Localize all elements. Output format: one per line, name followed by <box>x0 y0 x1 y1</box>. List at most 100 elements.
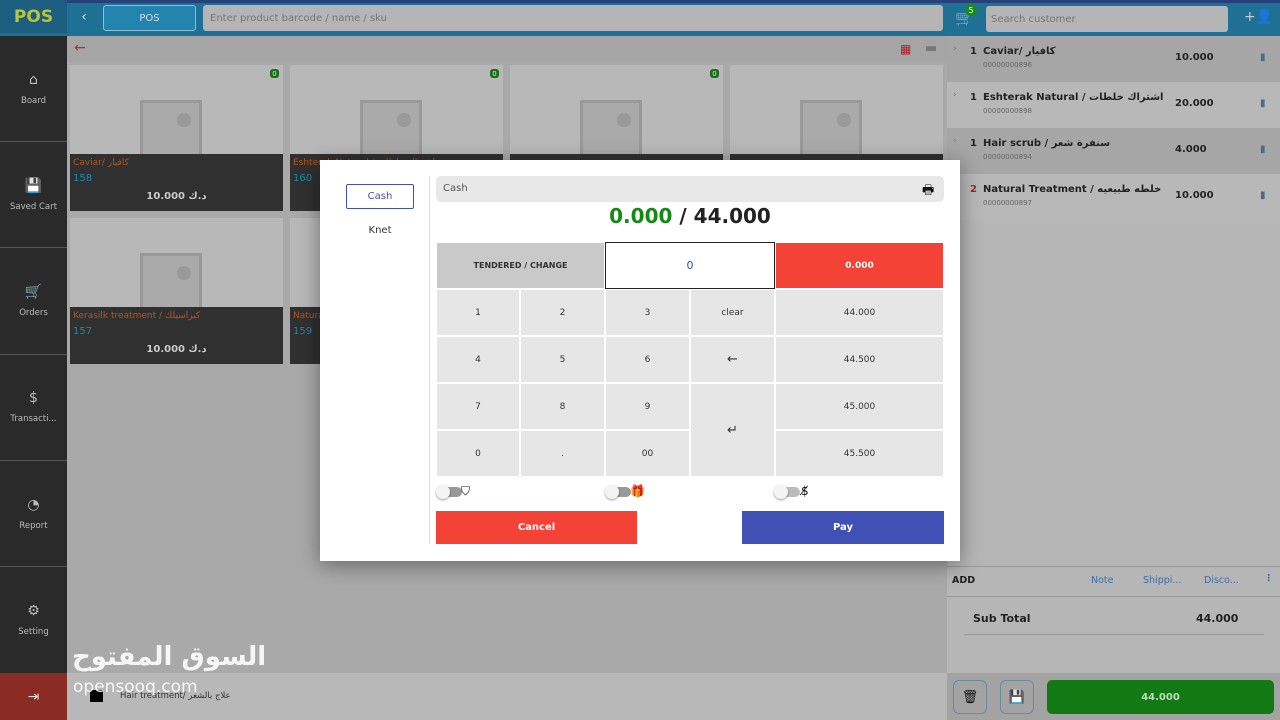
gift-card-icon: 🎁 <box>630 484 645 498</box>
keypad-key-8[interactable]: 7 <box>436 383 520 430</box>
expand-chevron-icon[interactable]: › <box>953 90 957 100</box>
product-code: 157 <box>73 326 93 337</box>
cart-count-badge: 5 <box>965 4 977 16</box>
delete-item-icon[interactable]: ▮ <box>1260 52 1266 63</box>
grid-view-icon[interactable]: ▦ <box>900 42 911 56</box>
item-price: 4.000 <box>1175 144 1207 155</box>
checkout-total-button[interactable]: 44.000 <box>1047 680 1274 714</box>
toggle-no-currency[interactable] <box>774 485 800 499</box>
toggle-gift-card[interactable] <box>605 485 631 499</box>
quick-amount-button[interactable]: 45.500 <box>775 430 944 477</box>
tendered-input[interactable]: 0 <box>605 242 775 289</box>
subtotal-value: 44.000 <box>1196 612 1239 625</box>
product-name: Kerasilk treatment / كيراسيلك <box>73 311 201 321</box>
delete-item-icon[interactable]: ▮ <box>1260 144 1266 155</box>
product-info: Kerasilk treatment / كيراسيلك 157 10.000 د… <box>70 307 283 364</box>
sidebar-item-report[interactable]: ◔ Report <box>0 461 67 568</box>
chevron-left-icon[interactable]: ‹ <box>70 0 98 33</box>
image-placeholder-icon <box>580 100 642 160</box>
keypad-key-2[interactable]: 3 <box>605 289 690 336</box>
print-icon[interactable]: 🖶 <box>922 181 934 203</box>
cart-item[interactable]: ›2Natural Treatment / خلطه طبيعيه0000000… <box>947 174 1280 220</box>
stock-badge: 0 <box>710 69 719 78</box>
pay-button[interactable]: Pay <box>742 511 944 544</box>
divider <box>429 176 430 544</box>
shield-check-icon: ⛉ <box>461 484 471 498</box>
keypad-key-13[interactable]: . <box>520 430 605 477</box>
image-placeholder-icon <box>140 100 202 160</box>
delete-item-icon[interactable]: ▮ <box>1260 190 1266 201</box>
product-price: 10.000 د.ك <box>146 191 207 202</box>
keypad-key-10[interactable]: 9 <box>605 383 690 430</box>
sidebar-item-transacti-[interactable]: $ Transacti... <box>0 355 67 461</box>
add-label: ADD <box>952 575 976 586</box>
discount-button[interactable]: Disco... <box>1204 575 1239 586</box>
back-arrow-icon[interactable]: ← <box>74 40 86 56</box>
keypad-key-14[interactable]: 00 <box>605 430 690 477</box>
keypad-key-11[interactable]: ↵ <box>690 383 775 477</box>
logout-icon[interactable]: ⇥ <box>0 673 67 720</box>
method-knet[interactable]: Knet <box>346 220 414 240</box>
image-placeholder-icon <box>140 253 202 313</box>
sidebar-item-orders[interactable]: 🛒 Orders <box>0 249 67 355</box>
sidebar-item-setting[interactable]: ⚙ Setting <box>0 568 67 674</box>
keypad-key-7[interactable]: ← <box>690 336 775 383</box>
item-name: Eshterak Natural / اشتراك خلطات <box>983 92 1164 103</box>
change-value: 0.000 <box>775 242 944 289</box>
cart-item[interactable]: › 1 Hair scrub / سنفرة شعر 00000000894 4.000… <box>947 128 1280 174</box>
keypad-key-5[interactable]: 5 <box>520 336 605 383</box>
item-quantity: 1 <box>970 138 977 149</box>
keypad-key-4[interactable]: 4 <box>436 336 520 383</box>
keypad-key-1[interactable]: 2 <box>520 289 605 336</box>
more-icon[interactable]: ⋮ <box>1264 573 1274 584</box>
cart-item[interactable]: › 1 Caviar/ كافيار 00000000896 10.000 ▮ <box>947 36 1280 82</box>
sidebar-item-board[interactable]: ⌂ Board <box>0 36 67 142</box>
customer-search-input[interactable] <box>986 6 1228 32</box>
add-customer-icon[interactable]: +👤 <box>1244 9 1273 25</box>
method-cash[interactable]: Cash <box>346 184 414 209</box>
item-price: 20.000 <box>1175 98 1214 109</box>
quick-amount-button[interactable]: 45.000 <box>775 383 944 430</box>
folder-icon[interactable]: ▬ <box>925 41 937 56</box>
clear-cart-button[interactable]: 🗑 <box>953 680 987 714</box>
trash-icon: 🗑 <box>961 689 979 705</box>
sidebar-item-saved-cart[interactable]: 💾 Saved Cart <box>0 142 67 249</box>
product-search-input[interactable] <box>203 5 943 31</box>
save-cart-button[interactable]: 💾 <box>1000 680 1034 714</box>
logo: POS <box>0 0 67 33</box>
product-card[interactable]: 0 Caviar/ كافيار 158 10.000 د.ك <box>70 65 283 211</box>
cancel-button[interactable]: Cancel <box>436 511 637 544</box>
keypad-key-3[interactable]: clear <box>690 289 775 336</box>
item-name: Hair scrub / سنفرة شعر <box>983 138 1111 149</box>
sidebar-icon: 🛒 <box>24 284 43 301</box>
product-code: 158 <box>73 173 93 184</box>
shipping-button[interactable]: Shippi... <box>1143 575 1181 586</box>
item-quantity: 2 <box>970 184 977 195</box>
image-placeholder-icon <box>360 100 422 160</box>
keypad-key-12[interactable]: 0 <box>436 430 520 477</box>
expand-chevron-icon[interactable]: › <box>953 44 957 54</box>
no-currency-icon: $̸ <box>801 484 809 498</box>
product-code: 160 <box>293 173 313 184</box>
expand-chevron-icon[interactable]: › <box>953 136 957 146</box>
delete-item-icon[interactable]: ▮ <box>1260 98 1266 109</box>
quick-amount-button[interactable]: 44.000 <box>775 289 944 336</box>
item-sku: 00000000894 <box>983 153 1032 161</box>
keypad-key-0[interactable]: 1 <box>436 289 520 336</box>
stock-badge: 0 <box>270 69 279 78</box>
subtotal-label: Sub Total <box>973 612 1031 625</box>
sidebar-item-label: Transacti... <box>10 414 57 425</box>
sidebar-icon: $ <box>29 390 38 407</box>
sub-toolbar <box>67 36 947 62</box>
keypad-key-9[interactable]: 8 <box>520 383 605 430</box>
toggle-shield[interactable] <box>436 485 462 499</box>
product-card[interactable]: Kerasilk treatment / كيراسيلك 157 10.000 د… <box>70 218 283 364</box>
pos-button[interactable]: POS <box>103 5 196 31</box>
cart-item[interactable]: › 1 Eshterak Natural / اشتراك خلطات 0000000… <box>947 82 1280 128</box>
note-button[interactable]: Note <box>1091 575 1114 586</box>
item-name: Caviar/ كافيار <box>983 46 1056 57</box>
keypad-key-6[interactable]: 6 <box>605 336 690 383</box>
quick-amount-button[interactable]: 44.500 <box>775 336 944 383</box>
product-code: 159 <box>293 326 313 337</box>
tendered-change-label: TENDERED / CHANGE <box>436 242 605 289</box>
